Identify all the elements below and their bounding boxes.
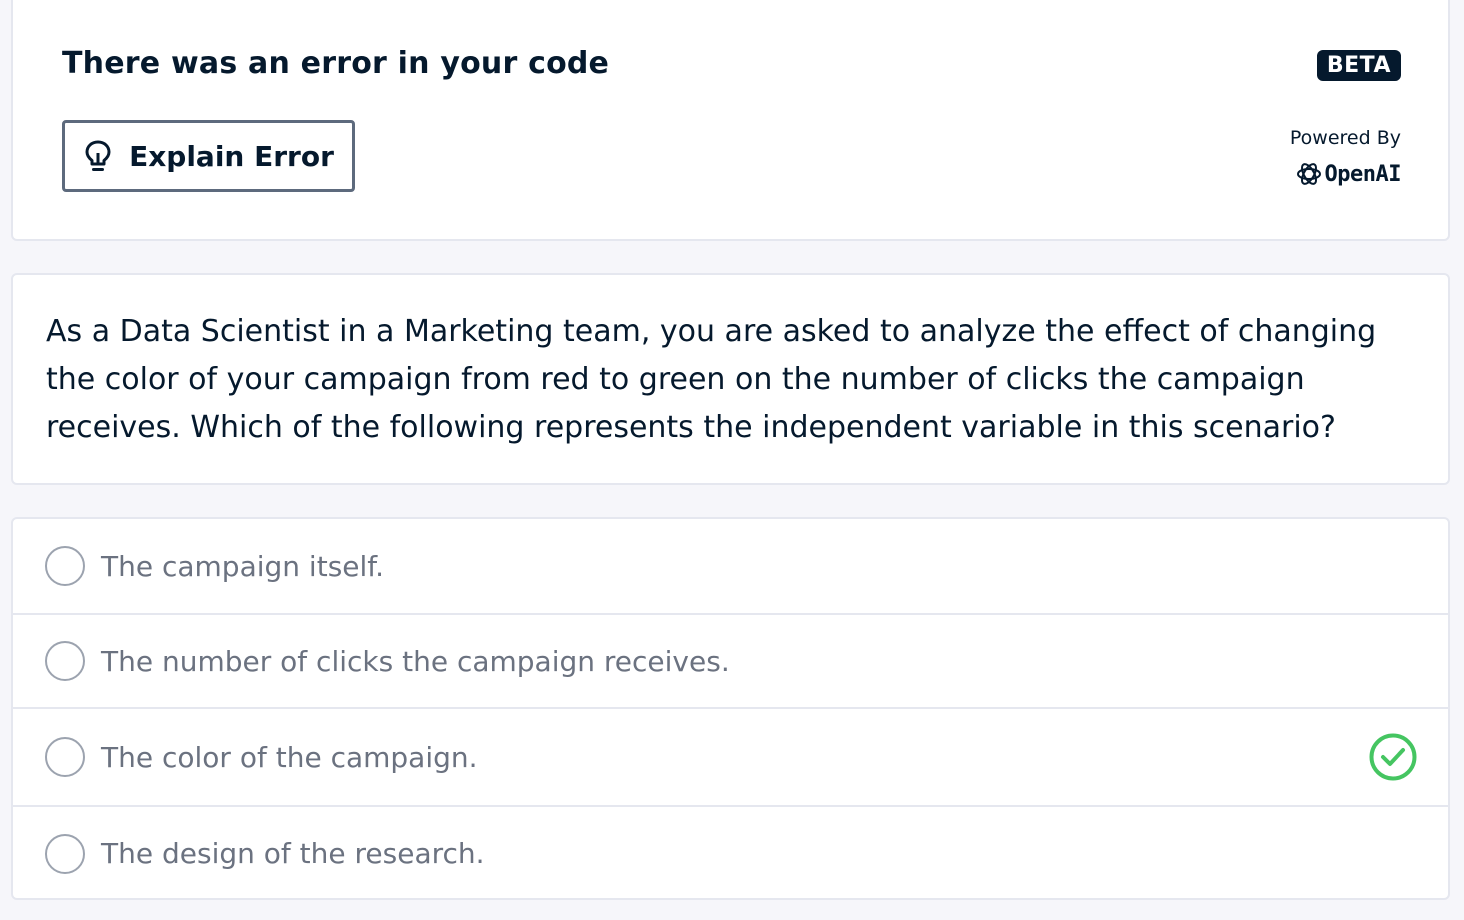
provider-name: OpenAI [1324, 161, 1402, 187]
answer-option[interactable]: The design of the research. [13, 805, 1448, 900]
check-circle-icon [1369, 733, 1417, 781]
powered-by-label: Powered By [1289, 127, 1401, 149]
radio-button[interactable] [45, 833, 85, 874]
explain-error-label: Explain Error [129, 139, 334, 173]
answer-option-label: The number of clicks the campaign receiv… [101, 644, 730, 678]
beta-badge: BETA [1316, 50, 1401, 81]
answer-options: The campaign itself. The number of click… [11, 517, 1450, 900]
error-panel: There was an error in your code Explain … [11, 0, 1450, 241]
radio-button[interactable] [45, 737, 85, 777]
openai-logo-icon [1296, 163, 1321, 185]
answer-option-correct[interactable]: The color of the campaign. [13, 707, 1448, 805]
radio-button[interactable] [45, 546, 85, 586]
openai-logo: OpenAI [1295, 160, 1402, 188]
explain-error-button[interactable]: Explain Error [62, 120, 355, 192]
lightbulb-icon [85, 140, 111, 171]
radio-button[interactable] [45, 641, 85, 681]
question-panel: As a Data Scientist in a Marketing team,… [11, 273, 1450, 485]
question-text: As a Data Scientist in a Marketing team,… [46, 314, 1377, 445]
answer-option[interactable]: The campaign itself. [13, 519, 1448, 613]
error-title: There was an error in your code [62, 46, 610, 81]
answer-option-label: The design of the research. [101, 837, 485, 870]
answer-option-label: The campaign itself. [101, 549, 385, 583]
answer-option-label: The color of the campaign. [101, 740, 478, 774]
answer-option[interactable]: The number of clicks the campaign receiv… [13, 613, 1448, 707]
